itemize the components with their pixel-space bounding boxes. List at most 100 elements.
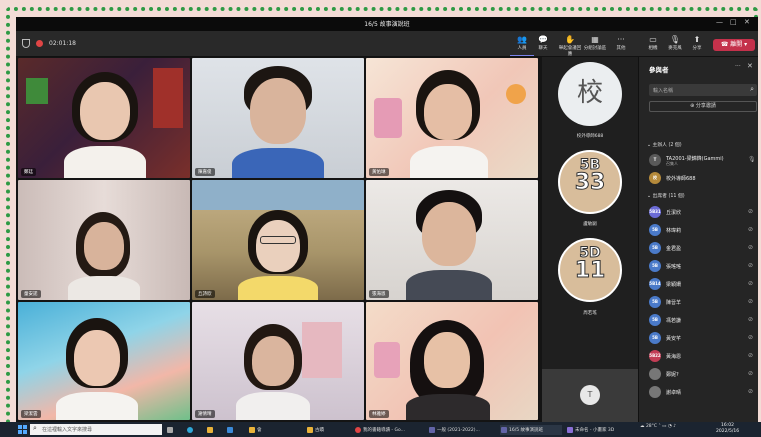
- participant-name: 張海恩: [369, 290, 389, 298]
- video-tile[interactable]: 丘詩欣: [192, 180, 364, 300]
- participant-name: 金君盈: [666, 246, 682, 252]
- participant-row[interactable]: 5B14 梁穎姍 ⊘: [647, 277, 758, 291]
- participant-name: 黃安芊: [666, 336, 682, 342]
- participant-row[interactable]: 5B22 黃海恩 ⊘: [647, 349, 758, 363]
- taskbar-app[interactable]: 一般 (2021-2022)...: [428, 425, 496, 435]
- video-tile[interactable]: 鄭廷: [18, 58, 190, 178]
- avatar-column: 校 校外導師688 5B 33 盧敏嗣 5D 11 周若瑤 T: [542, 57, 638, 422]
- avatar[interactable]: 5B 33: [558, 150, 622, 214]
- participant-name: 童安諾: [21, 290, 41, 298]
- participant-name: 林瑋莉: [666, 228, 682, 234]
- participant-name: 陳嘉俊: [195, 168, 215, 176]
- windows-taskbar: ⌕ 在這裡輸入文字來搜尋 會 古蹟 我的書籍導讀 - Go... 一般 (202…: [0, 422, 761, 437]
- close-window-icon[interactable]: ✕: [744, 18, 750, 26]
- participant-name: 周若瑤: [583, 311, 597, 316]
- participant-row[interactable]: 鄭妮? ⊘: [647, 367, 758, 381]
- video-tile[interactable]: 謝倩晴: [192, 302, 364, 420]
- store-icon[interactable]: [226, 425, 240, 435]
- participant-name: 梁潔雲: [21, 410, 41, 418]
- avatar: 5B14: [649, 278, 661, 290]
- share-invite-button[interactable]: ⊕ 分享邀請: [649, 101, 757, 112]
- mic-off-icon: ⊘: [748, 370, 754, 377]
- participant-row[interactable]: 5B 陳晉羊 ⊘: [647, 295, 758, 309]
- participant-row[interactable]: 5B 黃安芊 ⊘: [647, 331, 758, 345]
- meeting-timer: 02:01:18: [49, 40, 76, 47]
- participant-name: 陳晉羊: [666, 300, 682, 306]
- participant-row[interactable]: 5B31 丘潔欣 ⊘: [647, 205, 758, 219]
- phone-hangup-icon: ☎: [720, 41, 731, 48]
- shield-icon: [22, 39, 30, 48]
- microphone-button[interactable]: 🎙 麥克風: [663, 35, 687, 51]
- video-tile[interactable]: 林雅婷: [366, 302, 538, 420]
- participant-row[interactable]: 5B 張瑤瑤 ⊘: [647, 259, 758, 273]
- participant-name: 丘詩欣: [195, 290, 215, 298]
- video-tile[interactable]: 張海恩: [366, 180, 538, 300]
- avatar: 校: [649, 172, 661, 184]
- avatar: [649, 368, 661, 380]
- taskbar-app[interactable]: 我的書籍導讀 - Go...: [354, 425, 424, 435]
- microphone-icon: 🎙: [748, 156, 756, 163]
- mic-off-icon: ⊘: [748, 352, 754, 359]
- mic-off-icon: ⊘: [748, 208, 754, 215]
- task-view-icon[interactable]: [166, 425, 180, 435]
- participant-name: 謝倩晴: [195, 410, 215, 418]
- system-tray[interactable]: ☁ 28°C ˄ ▭ ◔ ♪: [640, 424, 676, 429]
- avatar[interactable]: 5D 11: [558, 238, 622, 302]
- video-tile[interactable]: T: [542, 369, 638, 422]
- participant-row[interactable]: 謝卓晴 ⊘: [647, 385, 758, 399]
- mic-off-icon: ⊘: [748, 334, 754, 341]
- edge-icon[interactable]: [186, 425, 200, 435]
- avatar: 5B: [649, 242, 661, 254]
- participant-name: 謝卓晴: [666, 390, 682, 396]
- participant-search-input[interactable]: 輸入名稱 ⌕: [649, 84, 757, 96]
- file-explorer-icon[interactable]: [206, 425, 220, 435]
- camera-button[interactable]: ▭ 相機: [641, 35, 665, 51]
- breakout-rooms-button[interactable]: ▦ 分組討論區: [583, 35, 607, 51]
- mic-off-icon: ⊘: [748, 226, 754, 233]
- mic-off-icon: ⊘: [748, 262, 754, 269]
- avatar: [649, 386, 661, 398]
- video-tile[interactable]: 黃佑琳: [366, 58, 538, 178]
- taskbar-clock[interactable]: 16:02 2022/5/16: [716, 423, 739, 435]
- mic-off-icon: ⊘: [748, 298, 754, 305]
- share-button[interactable]: ⬆ 分享: [685, 35, 709, 51]
- participant-name: 黃海恩: [666, 354, 682, 360]
- windows-start-icon[interactable]: [18, 425, 27, 434]
- leave-button[interactable]: ☎ 離開 ▾: [713, 39, 755, 51]
- avatar: T: [580, 385, 600, 405]
- raise-hand-button[interactable]: ✋ 舉起會議回應: [558, 35, 582, 57]
- video-tile[interactable]: 童安諾: [18, 180, 190, 300]
- recording-icon: [36, 40, 43, 47]
- avatar: 5B: [649, 332, 661, 344]
- close-icon[interactable]: ✕: [747, 62, 753, 70]
- window-title: 16/5 故事演說班: [364, 21, 410, 28]
- participant-row[interactable]: T TA2001-梁錦鋒(Gammi) 召集人 🎙: [647, 153, 758, 167]
- meeting-toolbar: 02:01:18 👥 人員 💬 聊天 ✋ 舉起會議回應 ▦ 分組討論區 ··· …: [16, 31, 758, 57]
- avatar[interactable]: 校: [558, 62, 622, 126]
- participant-row[interactable]: 5B 林瑋莉 ⊘: [647, 223, 758, 237]
- participant-row[interactable]: 5B 金君盈 ⊘: [647, 241, 758, 255]
- video-tile[interactable]: 梁潔雲: [18, 302, 190, 420]
- participant-row[interactable]: 校 校外導師688: [647, 171, 758, 185]
- participant-role: 召集人: [666, 161, 678, 166]
- more-icon[interactable]: ···: [735, 63, 741, 70]
- taskbar-app[interactable]: 古蹟: [306, 425, 350, 435]
- participant-name: 丘潔欣: [666, 210, 682, 216]
- attendees-header[interactable]: ⌄ 出席者 (11 個): [647, 192, 685, 199]
- avatar: T: [649, 154, 661, 166]
- participant-name: 林雅婷: [369, 410, 389, 418]
- more-options-button[interactable]: ··· 其他: [609, 35, 633, 51]
- chat-button[interactable]: 💬 聊天: [531, 35, 555, 51]
- taskbar-app[interactable]: 16/5 故事演說班: [500, 425, 562, 435]
- maximize-icon[interactable]: □: [730, 18, 737, 26]
- tray-icons: ˄ ▭ ◔ ♪: [658, 424, 677, 429]
- video-tile[interactable]: 陳嘉俊: [192, 58, 364, 178]
- organizers-header[interactable]: ⌄ 主辦人 (2 個): [647, 141, 682, 148]
- taskbar-app[interactable]: 會: [248, 425, 288, 435]
- avatar: 5B: [649, 296, 661, 308]
- minimize-icon[interactable]: —: [716, 18, 723, 26]
- participant-row[interactable]: 5B 馮若謙 ⊘: [647, 313, 758, 327]
- taskbar-search-input[interactable]: ⌕ 在這裡輸入文字來搜尋: [30, 424, 162, 435]
- participant-name: 梁穎姍: [666, 282, 682, 288]
- taskbar-app[interactable]: 未命名 - 小畫家 3D: [566, 425, 632, 435]
